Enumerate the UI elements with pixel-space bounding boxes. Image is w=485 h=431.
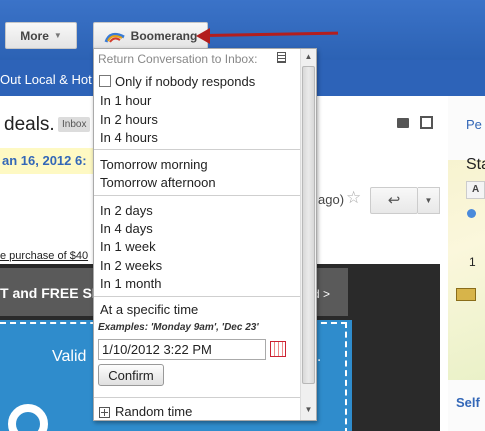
sidebar-count: 1 [469, 255, 476, 269]
divider [94, 149, 300, 150]
option-in-4-hours[interactable]: In 4 hours [100, 130, 158, 145]
option-in-2-hours[interactable]: In 2 hours [100, 112, 158, 127]
dropdown-scrollbar[interactable]: ▲ ▼ [300, 49, 316, 420]
reply-more-button[interactable]: ▼ [418, 187, 440, 214]
message-date: an 16, 2012 6: [2, 153, 87, 168]
option-random-time[interactable]: Random time [115, 404, 192, 419]
option-in-4-days[interactable]: In 4 days [100, 221, 153, 236]
divider [94, 195, 300, 196]
more-button[interactable]: More ▼ [5, 22, 77, 49]
scroll-thumb[interactable] [302, 66, 315, 384]
new-window-icon[interactable] [420, 116, 433, 129]
specific-time-examples: Examples: 'Monday 9am', 'Dec 23' [98, 322, 259, 333]
scroll-down-icon[interactable]: ▼ [301, 402, 316, 418]
divider [94, 397, 300, 398]
sidebar-contact-name[interactable]: Pe [466, 117, 482, 132]
option-in-1-week[interactable]: In 1 week [100, 239, 156, 254]
option-tomorrow-afternoon[interactable]: Tomorrow afternoon [100, 175, 216, 190]
map-icon[interactable] [456, 288, 476, 301]
boomerang-dropdown: Return Conversation to Inbox: Only if no… [93, 48, 317, 421]
dropdown-header: Return Conversation to Inbox: [98, 52, 258, 66]
message-subject: deals. [4, 114, 55, 135]
option-in-2-days[interactable]: In 2 days [100, 203, 153, 218]
chevron-down-icon: ▼ [424, 196, 433, 205]
document-icon[interactable] [277, 52, 286, 63]
message-relative-time: ago) [318, 192, 345, 207]
chevron-down-icon: ▼ [53, 31, 62, 40]
confirm-button[interactable]: Confirm [98, 364, 164, 386]
sidebar-add-button[interactable]: A [466, 181, 485, 199]
more-button-label: More [20, 28, 49, 43]
option-in-1-month[interactable]: In 1 month [100, 276, 161, 291]
label-link[interactable]: Out Local & Hot I [0, 72, 99, 87]
option-tomorrow-morning[interactable]: Tomorrow morning [100, 157, 208, 172]
option-in-2-weeks[interactable]: In 2 weeks [100, 258, 162, 273]
only-if-no-response-checkbox[interactable] [99, 75, 111, 87]
sidebar-self-link[interactable]: Self [456, 395, 480, 410]
reply-icon: ↩ [387, 192, 401, 209]
star-icon[interactable]: ☆ [346, 188, 361, 208]
plus-box-icon[interactable] [99, 407, 110, 418]
boomerang-button-label: Boomerang [130, 28, 198, 43]
promo-link[interactable]: e purchase of $40 [0, 250, 88, 262]
specific-time-input[interactable] [98, 339, 266, 360]
chat-icon[interactable] [467, 209, 476, 218]
sidebar-heading: Sta [466, 156, 485, 173]
reply-button[interactable]: ↩ [370, 187, 418, 214]
inbox-label-chip[interactable]: Inbox [58, 117, 91, 132]
calendar-icon[interactable] [270, 341, 286, 357]
boomerang-logo-icon [104, 32, 125, 43]
promo-strip-text: T and FREE SH [0, 285, 102, 301]
option-in-1-hour[interactable]: In 1 hour [100, 93, 151, 108]
specific-time-label: At a specific time [100, 302, 199, 317]
only-if-no-response-label[interactable]: Only if nobody responds [115, 74, 255, 89]
scroll-up-icon[interactable]: ▲ [301, 49, 316, 65]
annotation-arrow-head [196, 28, 210, 44]
boomerang-button[interactable]: Boomerang [93, 22, 208, 49]
divider [94, 296, 300, 297]
print-icon[interactable] [397, 118, 409, 128]
coupon-valid-text: Valid [52, 348, 87, 365]
